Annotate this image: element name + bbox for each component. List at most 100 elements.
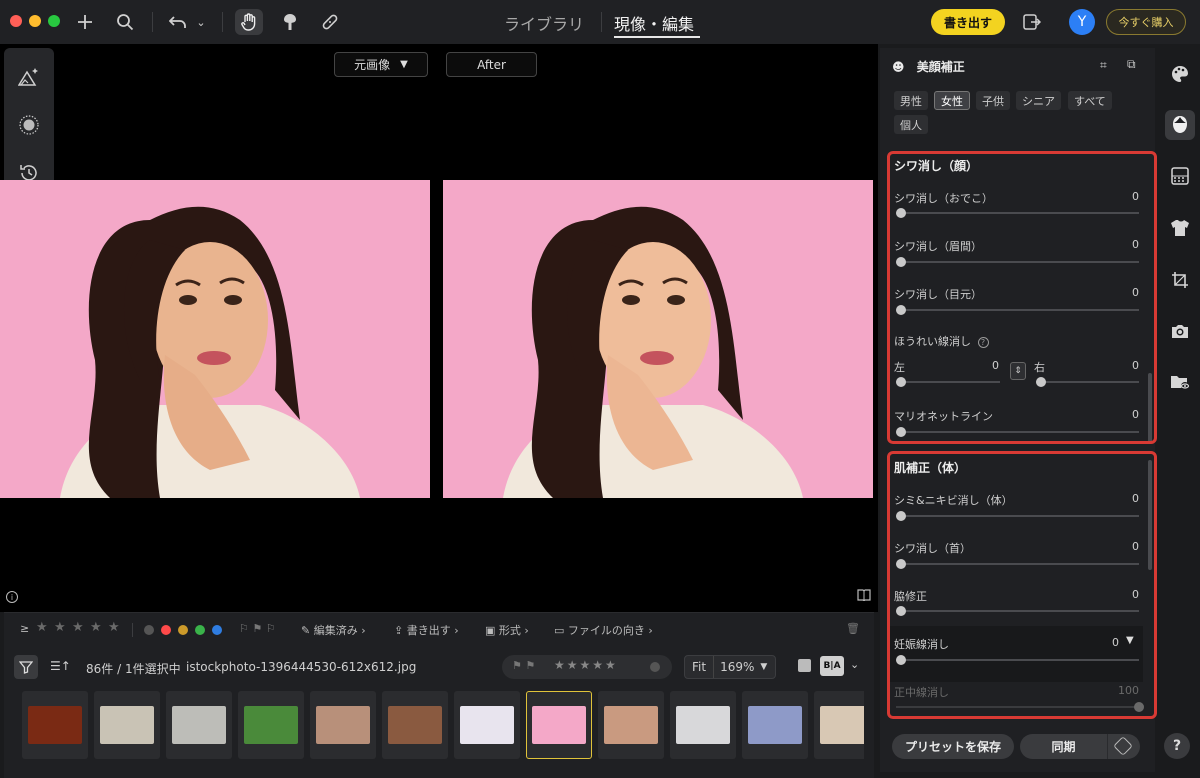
edited-filter-label: 編集済み bbox=[313, 624, 358, 637]
chevron-down-icon[interactable]: ⌄ bbox=[850, 658, 859, 671]
crop-icon[interactable] bbox=[1168, 268, 1192, 292]
camera-icon[interactable] bbox=[1168, 319, 1192, 343]
close-window-button[interactable] bbox=[10, 15, 22, 27]
flag-icon[interactable]: ⚐ ⚑ ⚐ bbox=[239, 622, 276, 635]
edited-photo bbox=[443, 180, 873, 498]
thumbnail[interactable] bbox=[238, 691, 304, 759]
folder-view-icon[interactable] bbox=[1168, 370, 1192, 394]
thumbnail[interactable] bbox=[382, 691, 448, 759]
format-filter[interactable]: ▣ 形式 › bbox=[485, 622, 529, 638]
sort-icon[interactable]: ☰↑ bbox=[50, 659, 71, 673]
thumbnail[interactable] bbox=[742, 691, 808, 759]
zoom-level[interactable]: 169% bbox=[714, 660, 760, 674]
link-icon[interactable]: ⧉ bbox=[1127, 57, 1136, 72]
chip-male[interactable]: 男性 bbox=[894, 91, 928, 110]
chip-female[interactable]: 女性 bbox=[934, 91, 970, 110]
after-label: After bbox=[446, 52, 537, 77]
compare-mode-select[interactable]: 元画像 ▼ bbox=[334, 52, 428, 77]
color-label-dot[interactable] bbox=[650, 662, 660, 672]
star-icon[interactable]: ★ bbox=[108, 620, 120, 635]
edited-filter[interactable]: ✎ 編集済み › bbox=[301, 622, 366, 638]
tab-develop-edit[interactable]: 現像・編集 bbox=[614, 11, 694, 35]
thumbnail[interactable] bbox=[670, 691, 736, 759]
add-icon[interactable] bbox=[71, 9, 99, 35]
filter-divider bbox=[132, 623, 133, 637]
star-icon[interactable]: ★ bbox=[72, 620, 84, 635]
save-preset-button[interactable]: プリセットを保存 bbox=[892, 734, 1014, 759]
sync-label[interactable]: 同期 bbox=[1020, 734, 1108, 759]
tool-rail bbox=[1160, 48, 1200, 778]
thumbnail[interactable] bbox=[22, 691, 88, 759]
thumbnail-selected[interactable] bbox=[526, 691, 592, 759]
thumbnail[interactable] bbox=[310, 691, 376, 759]
thumbnail[interactable] bbox=[814, 691, 864, 759]
zoom-control[interactable]: Fit 169% ▼ bbox=[684, 655, 776, 679]
star-rating-icon[interactable]: ★★★★★ bbox=[554, 658, 618, 672]
chip-senior[interactable]: シニア bbox=[1016, 91, 1061, 110]
panel-header: ☻ 美顔補正 bbox=[892, 58, 965, 75]
toolbar-divider bbox=[222, 12, 223, 32]
texture-icon[interactable] bbox=[1168, 164, 1192, 188]
color-label-green[interactable] bbox=[195, 625, 205, 635]
search-icon[interactable] bbox=[111, 9, 139, 35]
panel-title: 美顔補正 bbox=[916, 60, 965, 74]
landscape-ai-icon[interactable] bbox=[14, 62, 44, 92]
filmstrip-filter-row: ≥ ★ ★ ★ ★ ★ ⚐ ⚑ ⚐ ✎ 編集済み › ⇪ 書き出す › ▣ 形式… bbox=[4, 617, 874, 643]
filmstrip-status-row: ☰↑ 86件 / 1件選択中 istockphoto-1396444530-61… bbox=[4, 653, 874, 683]
beauty-face-icon[interactable] bbox=[1165, 110, 1195, 140]
chip-child[interactable]: 子供 bbox=[976, 91, 1010, 110]
thumbnail-strip bbox=[22, 691, 864, 761]
tab-divider bbox=[601, 12, 602, 32]
face-detect-icon[interactable]: ⌗ bbox=[1100, 58, 1107, 73]
flag-icon[interactable]: ⚑ ⚑ bbox=[512, 659, 535, 672]
chip-individual[interactable]: 個人 bbox=[894, 115, 928, 134]
thumbnail[interactable] bbox=[166, 691, 232, 759]
orientation-filter[interactable]: ▭ ファイルの向き › bbox=[554, 622, 653, 638]
minimize-window-button[interactable] bbox=[29, 15, 41, 27]
vignette-icon[interactable] bbox=[14, 110, 44, 140]
tab-library[interactable]: ライブラリ bbox=[504, 11, 584, 35]
chevron-down-icon: ▼ bbox=[760, 662, 768, 672]
help-button[interactable]: ? bbox=[1164, 733, 1190, 759]
trash-icon[interactable]: 🗑 bbox=[846, 622, 860, 635]
info-icon[interactable]: i bbox=[6, 591, 18, 603]
palette-icon[interactable] bbox=[1168, 62, 1192, 86]
selection-count: 86件 / 1件選択中 bbox=[86, 662, 181, 676]
face-icon: ☻ bbox=[892, 60, 905, 74]
star-icon[interactable]: ★ bbox=[36, 620, 48, 635]
hand-tool-icon[interactable] bbox=[235, 9, 263, 35]
filter-icon[interactable] bbox=[14, 655, 38, 679]
panel-toggle-icon[interactable] bbox=[1018, 9, 1046, 35]
thumbnail[interactable] bbox=[94, 691, 160, 759]
rating-pill[interactable]: ⚑ ⚑ ★★★★★ bbox=[502, 655, 672, 679]
sync-settings-icon[interactable] bbox=[1113, 736, 1133, 756]
color-label-blue[interactable] bbox=[212, 625, 222, 635]
sync-button[interactable]: 同期 bbox=[1020, 734, 1140, 759]
clothing-icon[interactable] bbox=[1168, 216, 1192, 240]
zoom-window-button[interactable] bbox=[48, 15, 60, 27]
color-label-none[interactable] bbox=[144, 625, 154, 635]
before-after-icon[interactable]: B|A bbox=[820, 656, 844, 676]
star-icon[interactable]: ★ bbox=[54, 620, 66, 635]
image-viewer[interactable]: 元画像 ▼ After i bbox=[0, 44, 878, 612]
single-view-icon[interactable] bbox=[798, 659, 811, 672]
fit-button[interactable]: Fit bbox=[685, 656, 715, 678]
user-avatar[interactable]: Y bbox=[1069, 9, 1095, 35]
color-label-yellow[interactable] bbox=[178, 625, 188, 635]
buy-now-button[interactable]: 今すぐ購入 bbox=[1106, 9, 1186, 35]
rating-comparator[interactable]: ≥ bbox=[20, 622, 29, 635]
retouch-brush-icon[interactable] bbox=[276, 9, 304, 35]
thumbnail[interactable] bbox=[598, 691, 664, 759]
compare-mode-value: 元画像 bbox=[354, 58, 391, 72]
chevron-down-icon: ▼ bbox=[400, 59, 408, 70]
bandage-icon[interactable] bbox=[316, 9, 344, 35]
color-label-red[interactable] bbox=[161, 625, 171, 635]
chip-all[interactable]: すべて bbox=[1068, 91, 1112, 110]
book-icon[interactable] bbox=[857, 589, 871, 604]
star-icon[interactable]: ★ bbox=[90, 620, 102, 635]
undo-icon[interactable] bbox=[164, 9, 192, 35]
undo-history-chevron-icon[interactable]: ⌄ bbox=[192, 9, 210, 35]
thumbnail[interactable] bbox=[454, 691, 520, 759]
export-button[interactable]: 書き出す bbox=[931, 9, 1005, 35]
export-filter[interactable]: ⇪ 書き出す › bbox=[394, 622, 459, 638]
